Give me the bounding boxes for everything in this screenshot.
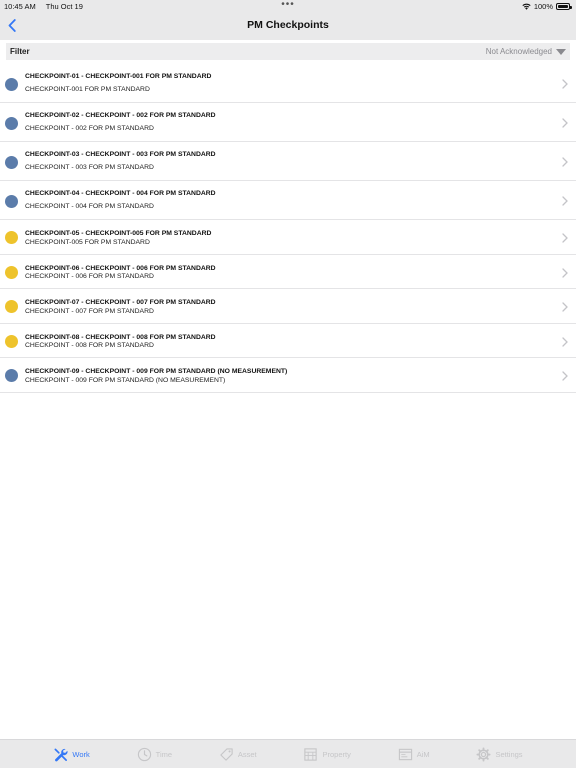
wifi-icon	[522, 3, 531, 10]
battery-percent: 100%	[533, 2, 553, 11]
status-dot-icon	[5, 156, 18, 169]
checkpoint-title: CHECKPOINT-06 - CHECKPOINT - 006 FOR PM …	[25, 264, 216, 272]
checkpoint-subtitle: CHECKPOINT - 009 FOR PM STANDARD (NO MEA…	[25, 376, 226, 384]
chevron-right-icon	[562, 302, 568, 312]
checkpoint-row[interactable]: CHECKPOINT-09 - CHECKPOINT - 009 FOR PM …	[0, 358, 576, 393]
clock-icon	[137, 747, 151, 761]
battery-fill	[558, 5, 568, 8]
checkpoint-subtitle: CHECKPOINT - 008 FOR PM STANDARD	[25, 342, 154, 349]
checkpoint-title: CHECKPOINT-02 - CHECKPOINT - 002 FOR PM …	[25, 112, 216, 119]
status-dot-icon	[5, 231, 18, 244]
chevron-right-icon	[562, 336, 568, 347]
status-time: 10:45 AM	[4, 2, 36, 11]
checkpoint-title: CHECKPOINT-08 - CHECKPOINT - 008 FOR PM …	[25, 333, 216, 341]
checkpoint-list: CHECKPOINT-01 - CHECKPOINT-001 FOR PM ST…	[0, 64, 576, 393]
tab-settings[interactable]: Settings	[476, 746, 523, 762]
checkpoint-title: CHECKPOINT-07 - CHECKPOINT - 007 FOR PM …	[25, 299, 216, 306]
checkpoint-row[interactable]: CHECKPOINT-01 - CHECKPOINT-001 FOR PM ST…	[0, 64, 576, 103]
tab-work[interactable]: Work	[53, 747, 90, 762]
checkpoint-subtitle: CHECKPOINT - 003 FOR PM STANDARD	[25, 164, 154, 171]
chevron-right-icon	[562, 157, 568, 167]
status-dot-icon	[5, 369, 18, 382]
checkpoint-row[interactable]: CHECKPOINT-07 - CHECKPOINT - 007 FOR PM …	[0, 289, 576, 324]
triangle-down-icon	[556, 48, 566, 55]
checkpoint-row[interactable]: CHECKPOINT-06 - CHECKPOINT - 006 FOR PM …	[0, 255, 576, 289]
checkpoint-row[interactable]: CHECKPOINT-03 - CHECKPOINT - 003 FOR PM …	[0, 142, 576, 181]
filter-bar: Filter Not Acknowledged	[6, 43, 570, 60]
status-dot-icon	[5, 195, 18, 208]
status-dot-icon	[5, 300, 18, 313]
status-dot-icon	[5, 265, 18, 279]
checkpoint-subtitle: CHECKPOINT - 004 FOR PM STANDARD	[25, 203, 154, 210]
page-title: PM Checkpoints	[247, 19, 329, 31]
checkpoint-subtitle: CHECKPOINT-005 FOR PM STANDARD	[25, 238, 150, 246]
checkpoint-row[interactable]: CHECKPOINT-04 - CHECKPOINT - 004 FOR PM …	[0, 181, 576, 220]
chevron-right-icon	[562, 233, 568, 243]
multitasking-dots-icon[interactable]: •••	[281, 0, 295, 10]
window-icon	[398, 748, 412, 760]
tab-label: Property	[322, 749, 351, 759]
checkpoint-row[interactable]: CHECKPOINT-08 - CHECKPOINT - 008 FOR PM …	[0, 324, 576, 358]
tab-asset[interactable]: Asset	[219, 747, 257, 762]
chevron-right-icon	[562, 79, 568, 89]
status-dot-icon	[5, 78, 18, 91]
top-bar: 10:45 AM Thu Oct 19 ••• 100% PM Checkpoi…	[0, 0, 576, 40]
tab-label: Asset	[237, 749, 257, 759]
tab-property[interactable]: Property	[303, 747, 351, 762]
tab-aim[interactable]: AiM	[398, 747, 430, 762]
checkpoint-title: CHECKPOINT-03 - CHECKPOINT - 003 FOR PM …	[25, 151, 216, 158]
chevron-right-icon	[562, 118, 568, 128]
wrench-icon	[54, 748, 68, 761]
tab-label: Settings	[495, 749, 523, 759]
gear-icon	[476, 746, 491, 762]
tab-bar: Work Time Asset Property AiM Settings	[0, 739, 576, 768]
status-bar-left: 10:45 AM Thu Oct 19	[4, 2, 83, 11]
battery-icon	[556, 3, 572, 10]
checkpoint-title: CHECKPOINT-01 - CHECKPOINT-001 FOR PM ST…	[25, 73, 212, 80]
checkpoint-row[interactable]: CHECKPOINT-05 - CHECKPOINT-005 FOR PM ST…	[0, 220, 576, 255]
checkpoint-title: CHECKPOINT-04 - CHECKPOINT - 004 FOR PM …	[25, 190, 216, 197]
status-dot-icon	[5, 117, 18, 130]
checkpoint-row[interactable]: CHECKPOINT-02 - CHECKPOINT - 002 FOR PM …	[0, 103, 576, 142]
status-dot-icon	[5, 334, 18, 348]
checkpoint-title: CHECKPOINT-09 - CHECKPOINT - 009 FOR PM …	[25, 368, 288, 375]
checkpoint-title: CHECKPOINT-05 - CHECKPOINT-005 FOR PM ST…	[25, 230, 212, 237]
tab-label: AiM	[416, 749, 430, 759]
checkpoint-subtitle: CHECKPOINT - 002 FOR PM STANDARD	[25, 125, 154, 132]
chevron-right-icon	[562, 267, 568, 278]
checkpoint-subtitle: CHECKPOINT - 007 FOR PM STANDARD	[25, 307, 154, 315]
filter-value: Not Acknowledged	[485, 47, 552, 56]
chevron-right-icon	[562, 196, 568, 206]
tab-label: Work	[72, 749, 90, 759]
building-icon	[304, 747, 318, 761]
tag-icon	[220, 747, 233, 761]
checkpoint-subtitle: CHECKPOINT - 006 FOR PM STANDARD	[25, 273, 154, 280]
filter-label: Filter	[10, 47, 30, 56]
status-date: Thu Oct 19	[45, 2, 83, 11]
status-bar-right: 100%	[522, 2, 572, 11]
chevron-right-icon	[562, 371, 568, 381]
filter-dropdown[interactable]: Not Acknowledged	[486, 47, 566, 56]
checkpoint-subtitle: CHECKPOINT-001 FOR PM STANDARD	[25, 86, 150, 93]
tab-label: Time	[155, 749, 173, 759]
tab-time[interactable]: Time	[137, 747, 172, 762]
